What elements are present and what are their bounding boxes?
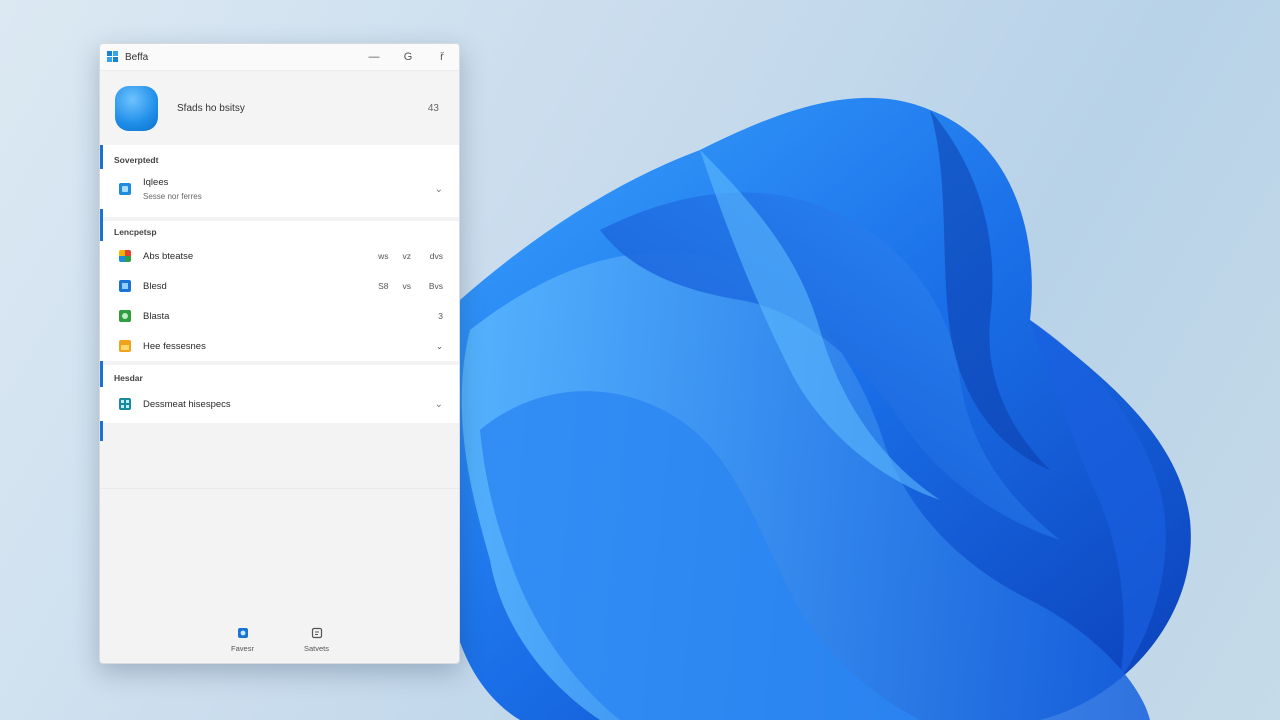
- favorites-icon: [237, 626, 249, 638]
- section-3-item[interactable]: Dessmeat hisespecs ⌄: [100, 387, 459, 421]
- list-item[interactable]: Blasta 3: [100, 301, 459, 331]
- section-3: Hesdar Dessmeat hisespecs ⌄: [100, 365, 459, 423]
- minimize-button[interactable]: —: [357, 44, 391, 70]
- list-item-values: ⌄: [397, 341, 443, 352]
- section-1-header: Soverptedt: [114, 155, 159, 165]
- settings-content: Soverptedt Iqlees Sesse nor ferres ⌄ Len…: [100, 145, 459, 663]
- nav-label: Satvets: [303, 644, 329, 653]
- settings-icon: [311, 626, 323, 639]
- list-item-label: Blesd: [143, 280, 167, 292]
- section-2: Lencpetsp Abs bteatse ws vz dvs Blesd S8…: [100, 221, 459, 361]
- nav-item-favorites[interactable]: Favesr: [223, 626, 263, 653]
- app-window: Beffa — G ř Sfads ho bsitsy 43 Soverpted…: [99, 43, 460, 664]
- window-title: Beffa: [125, 51, 149, 63]
- list-item-label: Abs bteatse: [143, 250, 194, 262]
- title-bar[interactable]: Beffa — G ř: [100, 44, 459, 71]
- chevron-down-icon[interactable]: ⌄: [435, 399, 443, 410]
- value-cell: dvs: [429, 251, 443, 261]
- section-1-item-sub: Sesse nor ferres: [143, 192, 202, 201]
- close-button[interactable]: ř: [425, 44, 459, 70]
- store-icon: [119, 183, 131, 195]
- list-item[interactable]: Hee fessesnes ⌄: [100, 331, 459, 361]
- chevron-down-icon[interactable]: ⌄: [435, 184, 443, 195]
- list-item-label: Hee fessesnes: [143, 340, 206, 352]
- orange-folder-icon: [119, 340, 131, 352]
- section-3-header: Hesdar: [114, 373, 143, 383]
- bottom-nav: Favesr Satvets: [100, 626, 459, 653]
- colorful-grid-icon: [119, 250, 131, 262]
- list-item[interactable]: Abs bteatse ws vz dvs: [100, 241, 459, 271]
- section-3-item-label: Dessmeat hisespecs: [143, 398, 231, 410]
- value-cell: S8: [378, 281, 389, 291]
- section-1-item-label: Iqlees: [143, 177, 169, 188]
- section-1-item[interactable]: Iqlees Sesse nor ferres ⌄: [100, 169, 459, 209]
- maximize-button[interactable]: G: [391, 44, 425, 70]
- blue-store-icon: [119, 280, 131, 292]
- list-item[interactable]: Blesd S8 vs Bvs: [100, 271, 459, 301]
- green-gear-icon: [119, 310, 131, 322]
- bottom-area: Favesr Satvets: [100, 488, 459, 663]
- section-1: Soverptedt Iqlees Sesse nor ferres ⌄: [100, 145, 459, 217]
- profile-count: 43: [427, 102, 439, 114]
- section-2-header: Lencpetsp: [114, 227, 157, 237]
- value-cell: ws: [378, 251, 389, 261]
- avatar: [115, 85, 158, 131]
- nav-label: Favesr: [231, 644, 254, 653]
- value-cell: vz: [402, 251, 412, 261]
- value-cell: Bvs: [428, 281, 443, 291]
- nav-item-settings[interactable]: Satvets: [297, 626, 337, 653]
- profile-name: Sfads ho bsitsy: [177, 102, 245, 114]
- list-item-values: ws vz dvs: [378, 251, 443, 261]
- grid-app-icon: [119, 398, 131, 410]
- profile-header[interactable]: Sfads ho bsitsy 43: [100, 71, 459, 145]
- chevron-right-icon[interactable]: 3: [425, 311, 443, 321]
- list-item-label: Blasta: [143, 310, 170, 322]
- list-item-values: 3: [397, 311, 443, 321]
- app-logo-icon: [107, 51, 119, 63]
- chevron-down-icon[interactable]: ⌄: [425, 341, 443, 352]
- list-item-values: S8 vs Bvs: [378, 281, 443, 291]
- value-cell: vs: [402, 281, 412, 291]
